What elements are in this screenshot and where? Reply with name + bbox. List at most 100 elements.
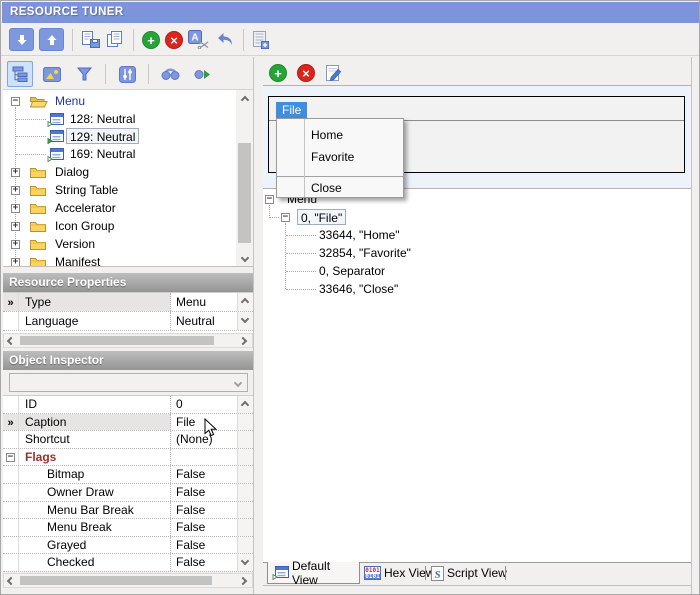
rename-icon: A — [188, 30, 209, 49]
expand-icon[interactable]: + — [11, 222, 20, 231]
copy-resource-button[interactable] — [106, 31, 125, 48]
move-down-button[interactable] — [9, 28, 34, 51]
property-row[interactable]: Owner Draw False — [3, 483, 253, 502]
scroll-right-button[interactable] — [236, 574, 250, 587]
collapse-icon[interactable]: − — [6, 452, 15, 462]
grid-scroll-down[interactable] — [237, 312, 253, 330]
property-value[interactable]: Menu — [171, 293, 237, 311]
structure-popup-label[interactable]: 0, "File" — [297, 209, 347, 225]
expand-icon[interactable]: + — [11, 258, 20, 266]
menu-structure-tree: − Menu − 0, "File" 33644, "Home" 32854, … — [263, 189, 692, 562]
tab-script-view[interactable]: S Script View — [431, 564, 507, 582]
object-inspector-header: Object Inspector — [3, 351, 253, 370]
chevron-up-icon — [240, 95, 249, 104]
tree-item-label[interactable]: Accelerator — [52, 200, 119, 216]
property-value[interactable]: 0 — [171, 396, 237, 413]
property-name: Type — [19, 293, 171, 311]
scroll-right-button[interactable] — [236, 334, 250, 347]
property-value[interactable]: False — [171, 466, 237, 483]
tree-item-label[interactable]: Menu — [52, 93, 88, 109]
hex-view-icon: 0101 0101 — [364, 566, 381, 580]
property-name: Menu Break — [19, 519, 171, 536]
property-row[interactable]: ID 0 — [3, 396, 253, 414]
scrollbar-thumb[interactable] — [20, 576, 212, 585]
tree-connector — [16, 119, 46, 120]
expand-icon[interactable]: + — [11, 168, 20, 177]
move-up-button[interactable] — [39, 28, 64, 51]
scroll-down-button[interactable] — [236, 250, 253, 265]
find-next-button[interactable] — [189, 61, 215, 87]
delete-item-button[interactable]: × — [297, 64, 315, 82]
rename-resource-button[interactable]: A — [188, 30, 210, 49]
tree-scrollbar[interactable] — [236, 90, 253, 266]
window-title: RESOURCE TUNER — [10, 6, 124, 18]
property-value[interactable]: False — [171, 554, 237, 571]
grid-scroll-up[interactable] — [237, 396, 253, 413]
structure-item-label[interactable]: 32854, "Favorite" — [316, 245, 414, 261]
property-row[interactable]: » Type Menu — [3, 293, 253, 312]
undo-button[interactable] — [215, 32, 235, 47]
property-value[interactable]: Neutral — [171, 312, 237, 330]
scroll-left-button[interactable] — [4, 334, 18, 347]
property-group-row[interactable]: − Flags — [3, 448, 253, 467]
scrollbar-thumb[interactable] — [20, 336, 214, 345]
tree-connector — [286, 253, 316, 254]
add-item-button[interactable]: + — [269, 64, 287, 82]
property-value[interactable]: False — [171, 502, 237, 519]
expand-icon[interactable]: + — [11, 240, 20, 249]
property-row[interactable]: Language Neutral — [3, 312, 253, 331]
panel-splitter[interactable] — [253, 57, 254, 594]
property-group-name: Flags — [19, 448, 171, 466]
scrollbar-thumb[interactable] — [238, 143, 251, 243]
property-value[interactable]: False — [171, 537, 237, 554]
scroll-left-button[interactable] — [4, 574, 18, 587]
tree-item-label[interactable]: Manifest — [52, 254, 103, 266]
expand-icon[interactable]: + — [11, 204, 20, 213]
edit-item-button[interactable] — [325, 64, 342, 82]
options-button[interactable] — [114, 61, 140, 87]
menu-item-home[interactable]: Home — [277, 124, 403, 146]
delete-resource-button[interactable]: × — [165, 30, 183, 49]
image-view-button[interactable] — [39, 61, 65, 87]
add-resource-button[interactable]: + — [142, 30, 160, 49]
structure-item-label[interactable]: 33646, "Close" — [316, 281, 401, 297]
menubar-item-file[interactable]: File — [276, 102, 308, 118]
menu-item-close[interactable]: Close — [277, 177, 403, 199]
tree-view-button[interactable] — [7, 61, 33, 87]
collapse-icon[interactable]: − — [281, 213, 290, 222]
filter-button[interactable] — [71, 61, 97, 87]
property-row[interactable]: Menu Break False — [3, 519, 253, 537]
search-button[interactable] — [157, 61, 183, 87]
structure-item-label[interactable]: 0, Separator — [316, 263, 388, 279]
property-value[interactable]: False — [171, 484, 237, 501]
tree-item-label[interactable]: Version — [52, 236, 98, 252]
property-value[interactable]: False — [171, 519, 237, 536]
property-row[interactable]: Menu Bar Break False — [3, 501, 253, 520]
tree-item-label[interactable]: 169: Neutral — [67, 146, 138, 162]
property-row[interactable]: Bitmap False — [3, 466, 253, 484]
object-selector-combobox[interactable] — [9, 373, 248, 392]
structure-item-label[interactable]: 33644, "Home" — [316, 227, 403, 243]
titlebar[interactable]: RESOURCE TUNER — [2, 2, 699, 23]
property-row[interactable]: Grayed False — [3, 536, 253, 555]
collapse-icon[interactable]: − — [265, 195, 274, 204]
menu-item-favorite[interactable]: Favorite — [277, 146, 403, 168]
tab-hex-view[interactable]: 0101 0101 Hex View — [364, 564, 434, 582]
tab-default-view[interactable]: Default View — [267, 559, 360, 587]
expand-icon[interactable]: + — [11, 186, 20, 195]
object-inspector-hscroll[interactable] — [3, 573, 253, 588]
property-row[interactable]: Checked False — [3, 554, 253, 572]
grid-scroll-down[interactable] — [237, 554, 253, 571]
tree-item-label[interactable]: Icon Group — [52, 218, 117, 234]
tree-item-label[interactable]: 128: Neutral — [67, 111, 138, 127]
resource-report-button[interactable] — [252, 30, 269, 49]
tree-item-label[interactable]: String Table — [52, 182, 121, 198]
resource-properties-grid: » Type Menu Language Neutral — [3, 292, 253, 333]
save-resource-button[interactable] — [81, 31, 101, 48]
collapse-icon[interactable]: − — [11, 97, 20, 106]
tree-item-label[interactable]: 129: Neutral — [66, 128, 140, 144]
grid-scroll-up[interactable] — [237, 293, 253, 311]
resource-properties-hscroll[interactable] — [3, 333, 253, 348]
tree-item-label[interactable]: Dialog — [52, 164, 92, 180]
scroll-up-button[interactable] — [236, 92, 253, 107]
